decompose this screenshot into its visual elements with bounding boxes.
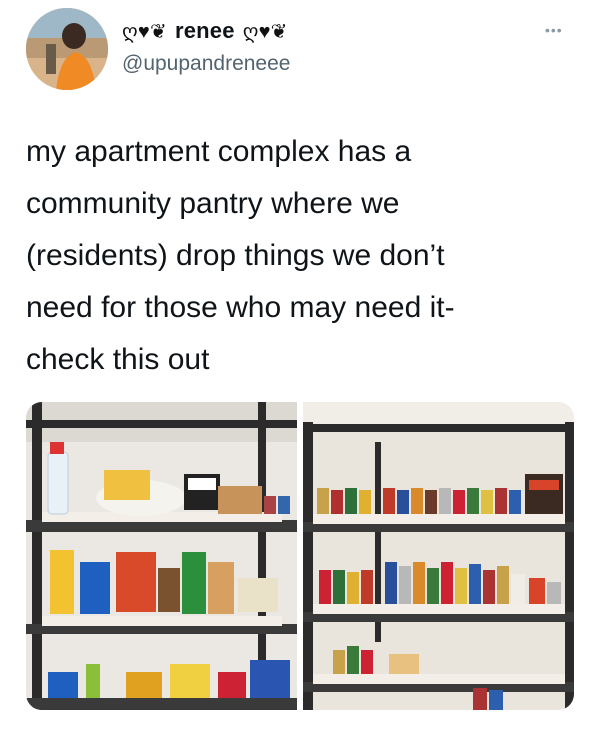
name-ornament-right: ღ♥❦ <box>242 20 288 43</box>
tweet-media <box>26 402 574 710</box>
name-ornament-left: ღ♥❦ <box>122 20 167 43</box>
user-handle[interactable]: @upupandreneee <box>122 52 290 76</box>
pantry-shelves-photo-right-image <box>303 402 574 710</box>
pantry-shelves-photo-left-image <box>26 402 297 710</box>
pantry-shelves-photo-right[interactable] <box>303 402 574 710</box>
more-options-icon[interactable]: ••• <box>545 22 563 38</box>
avatar[interactable] <box>26 8 108 90</box>
display-name[interactable]: renee <box>175 18 235 44</box>
tweet-text: my apartment complex has a community pan… <box>26 135 455 376</box>
avatar-photo <box>26 8 108 90</box>
pantry-shelves-photo-left[interactable] <box>26 402 297 710</box>
display-name-row[interactable]: ღ♥❦ renee ღ♥❦ <box>122 18 288 44</box>
